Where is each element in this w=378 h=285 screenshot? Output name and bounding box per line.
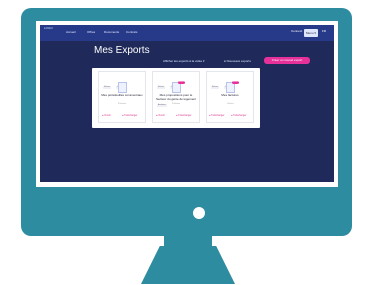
top-navbar: LOGO Accueil Offres Documents Contrats C… xyxy=(40,25,334,41)
export-filter-dropdown[interactable]: Afficher les exports à la volée ▾ xyxy=(163,59,204,63)
page-title: Mes Exports xyxy=(94,45,150,56)
open-button[interactable]: ● Ouvrir xyxy=(156,114,165,117)
nav-link-contracts[interactable]: Contrats xyxy=(126,30,137,34)
card-tabs: Fichier Historique xyxy=(211,74,249,89)
export-card[interactable]: Fichier Historique Mes portefeuilles com… xyxy=(98,71,146,123)
nav-link-offers[interactable]: Offres xyxy=(87,30,95,34)
connect-button[interactable]: Connect xyxy=(291,29,302,33)
export-card[interactable]: Fichier Historique Nouveau Mes factures … xyxy=(206,71,254,123)
new-exports-toggle[interactable]: ● Nouveaux exports xyxy=(224,59,251,63)
card-tabs: Fichier Historique xyxy=(103,74,141,89)
tab-file[interactable]: Fichier xyxy=(211,86,220,89)
language-icon[interactable]: FR xyxy=(322,29,326,33)
exports-panel: Fichier Historique Mes portefeuilles com… xyxy=(92,68,260,128)
export-card[interactable]: Fichier Historique Archives Nouveau Mes … xyxy=(152,71,200,123)
create-export-button[interactable]: Créer un nouvel export xyxy=(264,57,310,64)
card-title: Mes factures xyxy=(221,93,239,97)
nav-link-documents[interactable]: Documents xyxy=(104,30,119,34)
open-button[interactable]: ● Ouvrir xyxy=(102,114,111,117)
tab-file[interactable]: Fichier xyxy=(103,86,112,89)
user-menu-button[interactable]: Menu ▾ xyxy=(304,29,318,37)
download-button[interactable]: ● Télécharger xyxy=(209,114,225,117)
power-button-icon xyxy=(193,207,205,219)
download-button[interactable]: ● Télécharger xyxy=(122,114,138,117)
document-icon xyxy=(118,82,127,93)
card-title: Mes propositions pour le Secteur du géni… xyxy=(155,93,197,101)
app-logo[interactable]: LOGO xyxy=(44,26,60,38)
card-subtitle: 2 fichiers xyxy=(171,103,180,105)
new-badge: Nouveau xyxy=(232,81,241,84)
new-badge: Nouveau xyxy=(178,81,187,84)
monitor-stand xyxy=(141,246,235,284)
download-button[interactable]: ● Télécharger xyxy=(176,114,192,117)
card-subtitle: 3 fichiers xyxy=(117,103,126,105)
card-tabs: Fichier Historique Archives xyxy=(157,74,195,107)
nav-link-home[interactable]: Accueil xyxy=(66,30,76,34)
download-button[interactable]: ● Télécharger xyxy=(231,114,247,117)
card-subtitle: 1 fichier xyxy=(226,103,234,105)
card-title: Mes portefeuilles commerciaux xyxy=(101,93,143,97)
tab-file[interactable]: Fichier xyxy=(157,86,166,89)
app-screen: LOGO Accueil Offres Documents Contrats C… xyxy=(40,25,334,182)
